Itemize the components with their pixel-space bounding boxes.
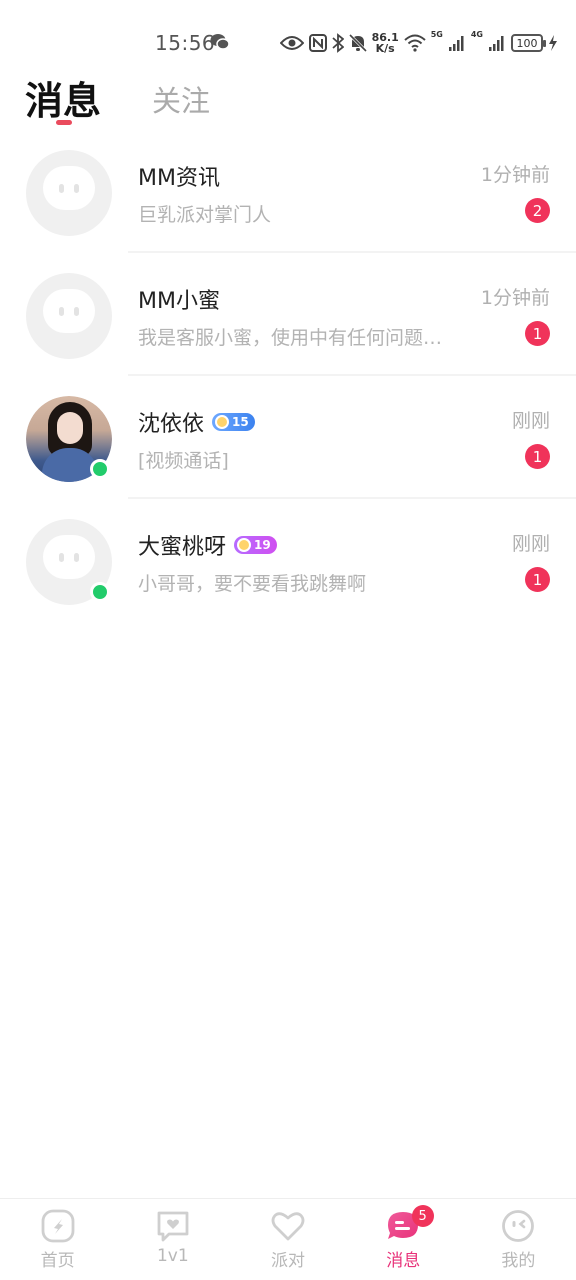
level-icon [215, 415, 230, 429]
header-tabs: 消息 关注 [0, 70, 576, 130]
conversation-name: MM小蜜 [138, 289, 220, 314]
conversation-preview: 小哥哥，要不要看我跳舞啊 [138, 573, 367, 595]
battery-level: 100 [516, 36, 538, 50]
signal-bars-icon [489, 36, 504, 51]
online-status-dot [90, 459, 110, 479]
level-number: 19 [254, 538, 271, 552]
nav-unread-badge: 5 [411, 1205, 434, 1227]
conversation-time: 1分钟前 [480, 164, 550, 186]
conversation-name: 大蜜桃呀 19 [138, 529, 277, 561]
conversation-item[interactable]: MM资讯 1分钟前 巨乳派对掌门人 2 [0, 130, 576, 253]
nav-party[interactable]: 派对 [230, 1199, 345, 1280]
nav-label: 派对 [271, 1251, 305, 1271]
net-speed-unit: K/s [375, 42, 395, 55]
conversation-time: 刚刚 [511, 533, 550, 555]
signal-2-label: 4G [470, 30, 483, 39]
conversation-name: MM资讯 [138, 166, 220, 191]
charging-icon [549, 35, 557, 51]
unread-badge: 2 [525, 198, 550, 223]
conversation-name: 沈依依 15 [138, 406, 255, 438]
battery-icon: 100 [511, 34, 546, 52]
conversation-preview: 巨乳派对掌门人 [138, 204, 272, 226]
conversation-item[interactable]: 沈依依 15 刚刚 [视频通话] 1 [0, 376, 576, 499]
signal-1-label: 5G [430, 30, 443, 39]
nav-label: 我的 [501, 1251, 536, 1271]
avatar [26, 150, 112, 236]
wifi-icon [404, 34, 426, 52]
status-time: 15:56 [155, 31, 216, 55]
tab-messages[interactable]: 消息 [25, 70, 101, 125]
nav-1v1[interactable]: 1v1 [115, 1199, 230, 1280]
level-number: 15 [232, 415, 249, 429]
conversation-item[interactable]: MM小蜜 1分钟前 我是客服小蜜，使用中有任何问题随时联系我哦 1 [0, 253, 576, 376]
level-badge: 15 [212, 413, 255, 431]
nav-messages[interactable]: 5 消息 [346, 1199, 461, 1280]
tab-follow[interactable]: 关注 [152, 78, 210, 120]
signal-bars-icon [448, 36, 464, 51]
nav-home[interactable]: 首页 [0, 1199, 115, 1280]
eye-icon [279, 36, 304, 50]
default-avatar-icon [43, 289, 95, 333]
conversation-time: 刚刚 [511, 410, 550, 432]
wechat-icon [210, 34, 230, 50]
online-status-dot [90, 582, 110, 602]
unread-badge: 1 [525, 444, 550, 469]
active-tab-indicator [56, 120, 72, 125]
conversation-name-text: 大蜜桃呀 [138, 535, 227, 560]
status-icons: 86.1 K/s 5G 4G 100 [279, 28, 558, 58]
conversation-name-text: 沈依依 [138, 412, 205, 437]
bluetooth-icon [331, 33, 344, 53]
conversation-preview: [视频通话] [138, 450, 229, 472]
bottom-nav: 首页 1v1 派对 5 消息 我的 [0, 1198, 576, 1280]
mute-icon [348, 33, 367, 53]
level-badge: 19 [234, 536, 277, 554]
conversation-list: MM资讯 1分钟前 巨乳派对掌门人 2 MM小蜜 1分钟前 我是客服小蜜，使用中… [0, 130, 576, 622]
unread-badge: 1 [525, 321, 550, 346]
nav-label: 1v1 [156, 1246, 189, 1266]
level-icon [237, 538, 252, 552]
status-bar: 15:56 86.1 K/s 5G 4G 100 [0, 0, 576, 80]
nfc-icon [308, 34, 327, 52]
nav-label: 首页 [40, 1251, 75, 1271]
conversation-time: 1分钟前 [480, 287, 550, 309]
default-avatar-icon [43, 166, 95, 210]
conversation-preview: 我是客服小蜜，使用中有任何问题随时联系我哦 [138, 327, 450, 349]
conversation-item[interactable]: 大蜜桃呀 19 刚刚 小哥哥，要不要看我跳舞啊 1 [0, 499, 576, 622]
heart-icon [271, 1212, 305, 1241]
unread-badge: 1 [525, 567, 550, 592]
avatar [26, 273, 112, 359]
home-icon [41, 1209, 74, 1243]
default-avatar-icon [43, 535, 95, 579]
net-speed: 86.1 K/s [372, 32, 399, 54]
profile-face-icon [502, 1210, 535, 1242]
chat-heart-icon [157, 1211, 189, 1242]
nav-profile[interactable]: 我的 [461, 1199, 576, 1280]
nav-label: 消息 [386, 1251, 421, 1271]
